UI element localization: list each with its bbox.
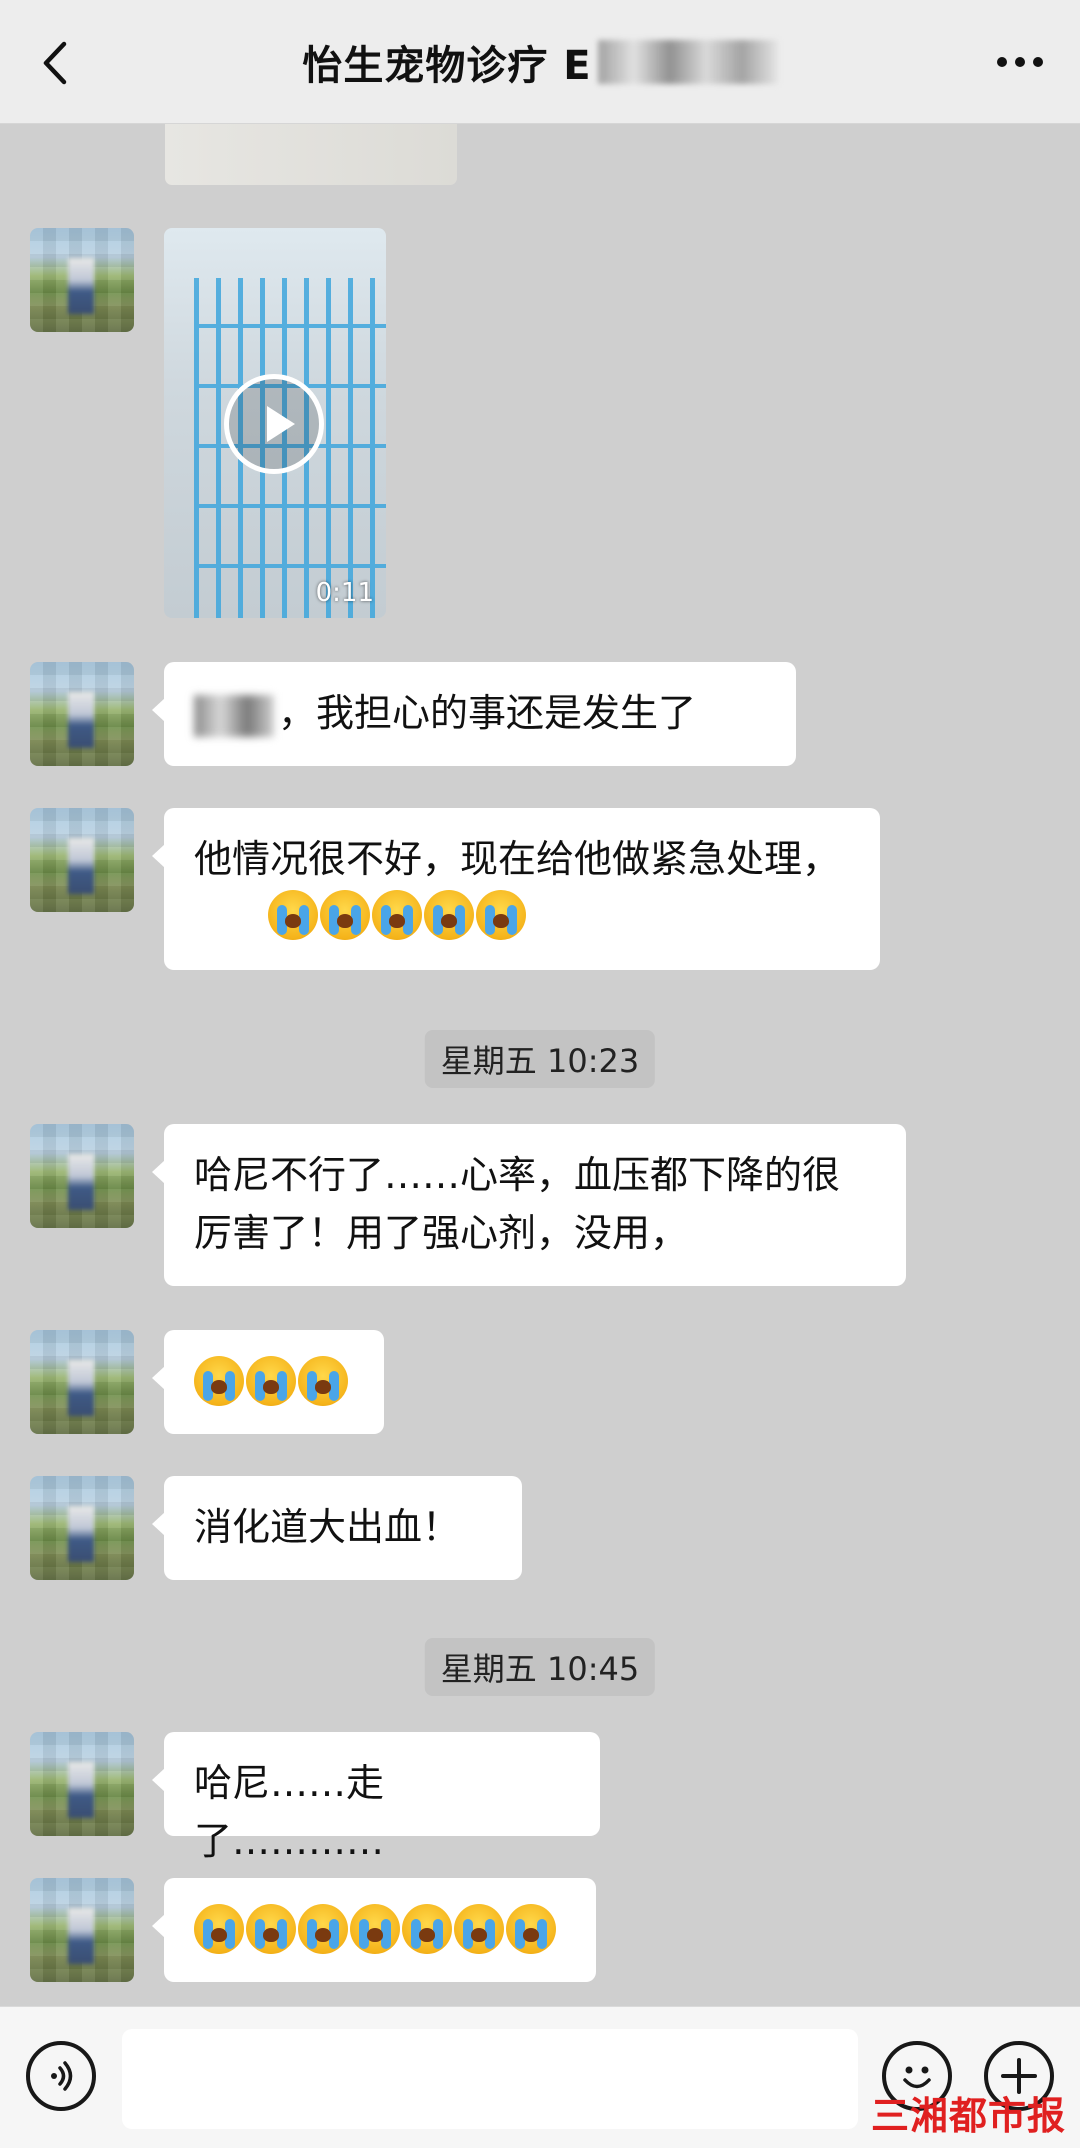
video-duration: 0:11: [315, 578, 374, 608]
chat-title: 怡生宠物诊疗 E: [302, 33, 778, 91]
chevron-left-icon: [43, 41, 67, 85]
emoji-row: [268, 886, 850, 944]
message-text: 哈尼……走了…………: [194, 1761, 385, 1863]
video-message[interactable]: 0:11: [164, 228, 386, 618]
voice-icon: [51, 2061, 73, 2091]
crying-face-icon: [194, 1356, 244, 1406]
message-bubble[interactable]: [152, 1878, 596, 1982]
avatar[interactable]: [30, 808, 134, 912]
crying-face-icon: [194, 1904, 244, 1954]
crying-face-icon: [424, 890, 474, 940]
avatar[interactable]: [30, 228, 134, 332]
message-bubble[interactable]: ，我担心的事还是发生了: [152, 662, 796, 766]
message-bubble[interactable]: 哈尼不行了……心率，血压都下降的很厉害了！用了强心剂，没用，: [152, 1124, 906, 1286]
avatar[interactable]: [30, 1732, 134, 1836]
crying-face-icon: [246, 1356, 296, 1406]
name-redaction: [194, 694, 274, 737]
emoji-row: [194, 1352, 354, 1410]
crying-face-icon: [402, 1904, 452, 1954]
crying-face-icon: [350, 1904, 400, 1954]
input-bar: 三湘都市报: [0, 2006, 1080, 2148]
avatar[interactable]: [30, 1476, 134, 1580]
timestamp: 星期五 10:23: [424, 1030, 656, 1088]
crying-face-icon: [298, 1904, 348, 1954]
voice-button[interactable]: [26, 2041, 96, 2111]
emoji-row: [194, 1900, 566, 1958]
avatar[interactable]: [30, 662, 134, 766]
chat-header: 怡生宠物诊疗 E: [0, 0, 1080, 124]
message-text: 他情况很不好，现在给他做紧急处理，: [194, 837, 841, 881]
message-text: 哈尼不行了……心率，血压都下降的很厉害了！用了强心剂，没用，: [194, 1153, 841, 1255]
more-dots-icon: [997, 57, 1043, 67]
crying-face-icon: [298, 1356, 348, 1406]
message-text: ，我担心的事还是发生了: [278, 691, 697, 735]
play-icon[interactable]: [224, 374, 324, 474]
more-button[interactable]: [994, 52, 1046, 72]
crying-face-icon: [454, 1904, 504, 1954]
crying-face-icon: [506, 1904, 556, 1954]
timestamp: 星期五 10:45: [424, 1638, 656, 1696]
message-text: 消化道大出血！: [194, 1505, 461, 1549]
image-message-partial[interactable]: [164, 124, 458, 186]
avatar[interactable]: [30, 1124, 134, 1228]
message-bubble[interactable]: 哈尼……走了…………: [152, 1732, 600, 1863]
crying-face-icon: [268, 890, 318, 940]
crying-face-icon: [320, 890, 370, 940]
newspaper-watermark: 三湘都市报: [870, 2094, 1066, 2138]
avatar[interactable]: [30, 1878, 134, 1982]
avatar[interactable]: [30, 1330, 134, 1434]
back-button[interactable]: [36, 38, 76, 88]
title-redaction: [597, 39, 778, 84]
chat-title-text: 怡生宠物诊疗 E: [302, 42, 592, 89]
message-bubble[interactable]: [152, 1330, 384, 1434]
message-input[interactable]: [122, 2029, 858, 2129]
message-list[interactable]: 0:11 ，我担心的事还是发生了 他情况很不好，现在给他做紧急处理， 星期五 1…: [0, 124, 1080, 2006]
message-bubble[interactable]: 他情况很不好，现在给他做紧急处理，: [152, 808, 880, 970]
crying-face-icon: [372, 890, 422, 940]
crying-face-icon: [476, 890, 526, 940]
crying-face-icon: [246, 1904, 296, 1954]
message-bubble[interactable]: 消化道大出血！: [152, 1476, 522, 1580]
chat-screen: 怡生宠物诊疗 E 0:11 ，我担心的事还是发生了 他情况很不好，现在给他做紧急…: [0, 0, 1080, 2148]
